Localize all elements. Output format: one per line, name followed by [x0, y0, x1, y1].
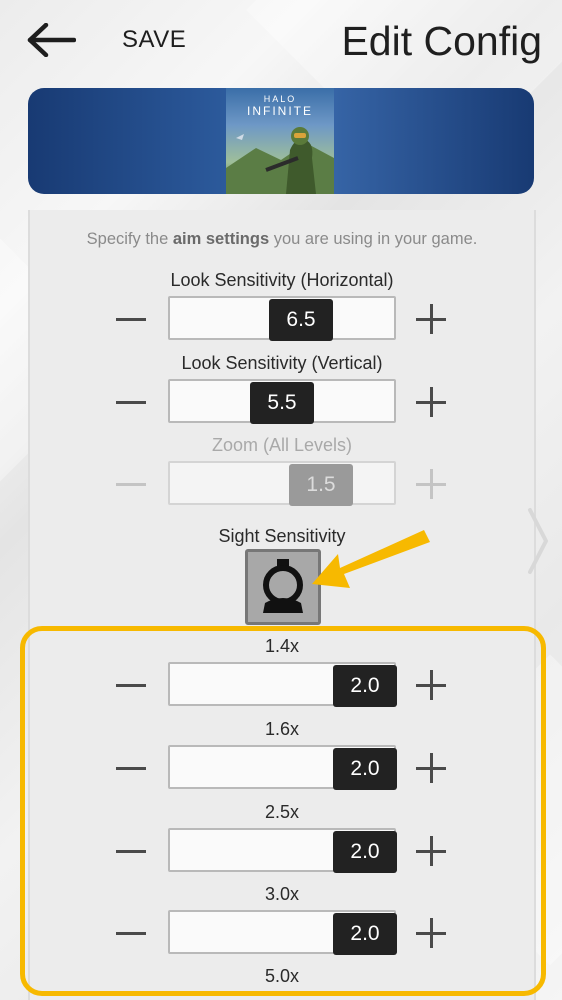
zoom-3-0x-decrease-button[interactable] — [116, 918, 146, 948]
zoom-3-0x-value[interactable]: 2.0 — [333, 913, 397, 955]
look-vertical-increase-button[interactable] — [416, 387, 446, 417]
zoom-3-0x-slider[interactable]: 2.0 — [168, 910, 397, 955]
zoom-2-5x-increase-button[interactable] — [416, 836, 446, 866]
hint-text-suffix: you are using in your game. — [269, 230, 478, 248]
back-button[interactable] — [22, 14, 80, 66]
page-title: Edit Config — [341, 18, 542, 64]
zoom-level-label-1-4x: 1.4x — [264, 636, 300, 656]
zoom-all-decrease-button[interactable] — [116, 469, 146, 499]
chevron-right-icon — [528, 508, 548, 574]
look-horizontal-increase-button[interactable] — [416, 304, 446, 334]
zoom-all-slider[interactable]: 1.5 — [168, 461, 396, 506]
look-horizontal-slider[interactable]: 6.5 — [168, 296, 396, 341]
zoom-1-4x-value[interactable]: 2.0 — [333, 665, 397, 707]
zoom-2-5x-decrease-button[interactable] — [116, 836, 146, 866]
zoom-3-0x-increase-button[interactable] — [416, 918, 446, 948]
zoom-level-label-3-0x: 3.0x — [264, 884, 300, 904]
zoom-1-4x-increase-button[interactable] — [416, 670, 446, 700]
look-horizontal-decrease-button[interactable] — [116, 304, 146, 334]
zoom-1-4x-slider[interactable]: 2.0 — [168, 662, 397, 707]
look-horizontal-value[interactable]: 6.5 — [269, 299, 333, 341]
arrow-left-icon — [27, 23, 76, 57]
hint-text-prefix: Specify the — [86, 230, 173, 248]
zoom-2-5x-value[interactable]: 2.0 — [333, 831, 397, 873]
zoom-all-value[interactable]: 1.5 — [289, 464, 353, 506]
zoom-1-6x-decrease-button[interactable] — [116, 753, 146, 783]
look-vertical-value[interactable]: 5.5 — [250, 382, 314, 424]
sight-sensitivity-button[interactable] — [245, 549, 321, 625]
zoom-level-label-2-5x: 2.5x — [264, 802, 300, 822]
look-vertical-label: Look Sensitivity (Vertical) — [181, 353, 383, 373]
zoom-all-levels-label: Zoom (All Levels) — [211, 435, 353, 455]
game-cover-art: HALO INFINITE — [226, 88, 334, 194]
zoom-1-4x-decrease-button[interactable] — [116, 670, 146, 700]
hint-text-bold: aim settings — [172, 230, 270, 248]
aim-settings-panel: Specify the aim settings you are using i… — [28, 210, 536, 1000]
sight-scope-icon — [263, 559, 303, 613]
zoom-2-5x-slider[interactable]: 2.0 — [168, 828, 397, 873]
zoom-level-label-5-0x: 5.0x — [264, 966, 300, 986]
save-button[interactable]: SAVE — [122, 26, 186, 54]
game-banner: HALO INFINITE — [28, 88, 534, 194]
zoom-1-6x-value[interactable]: 2.0 — [333, 748, 397, 790]
sight-sensitivity-label: Sight Sensitivity — [218, 526, 346, 546]
cover-illustration — [226, 127, 334, 194]
next-page-chevron[interactable] — [526, 506, 550, 581]
zoom-1-6x-slider[interactable]: 2.0 — [168, 745, 397, 790]
aim-settings-hint: Specify the aim settings you are using i… — [30, 230, 534, 249]
zoom-1-6x-increase-button[interactable] — [416, 753, 446, 783]
look-vertical-decrease-button[interactable] — [116, 387, 146, 417]
look-horizontal-label: Look Sensitivity (Horizontal) — [170, 270, 394, 290]
look-vertical-slider[interactable]: 5.5 — [168, 379, 396, 424]
zoom-all-increase-button[interactable] — [416, 469, 446, 499]
zoom-level-label-1-6x: 1.6x — [264, 719, 300, 739]
